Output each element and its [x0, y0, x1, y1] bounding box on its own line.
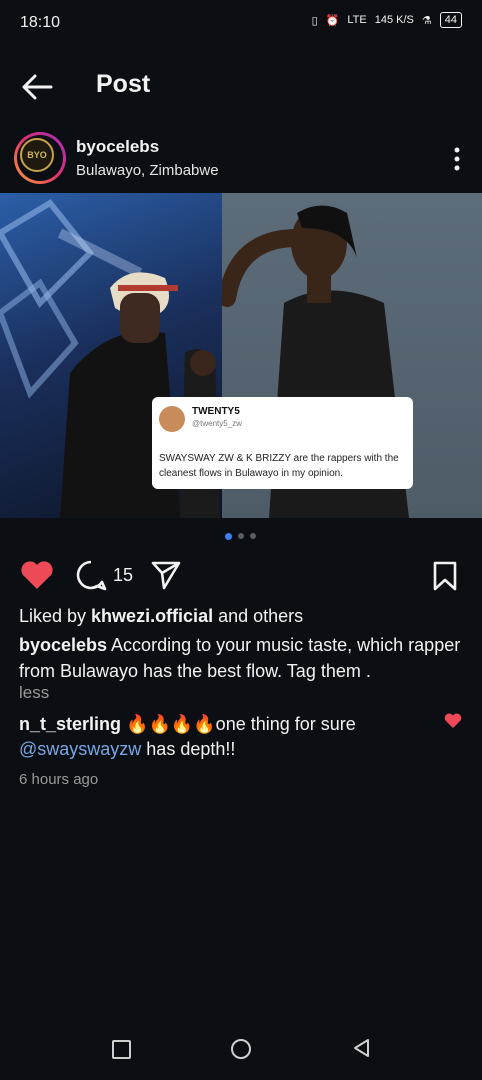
tweet-name: TWENTY5	[192, 406, 240, 417]
alarm-icon: ⏰	[325, 14, 340, 27]
nav-back-icon[interactable]	[352, 1038, 370, 1058]
likes-prefix: Liked by	[19, 606, 92, 626]
post-location[interactable]: Bulawayo, Zimbabwe	[76, 162, 219, 179]
comment-count[interactable]: 15	[113, 565, 133, 586]
comment-icon[interactable]	[75, 559, 107, 591]
post-image[interactable]: TWENTY5 @twenty5_zw SWAYSWAY ZW & K BRIZ…	[0, 193, 482, 518]
caption-username[interactable]: byocelebs	[19, 635, 107, 655]
avatar-logo: BYO	[20, 138, 54, 172]
post-timestamp: 6 hours ago	[19, 771, 99, 788]
system-nav-bar	[0, 1020, 482, 1080]
tweet-handle: @twenty5_zw	[192, 419, 242, 428]
heart-icon[interactable]	[20, 560, 54, 590]
recent-apps-icon[interactable]	[112, 1040, 131, 1059]
comment-username[interactable]: n_t_sterling	[19, 714, 121, 734]
likes-suffix: and others	[213, 606, 304, 626]
vibrate-icon: ▯	[311, 14, 318, 27]
lte-label: LTE	[347, 14, 367, 26]
comment-text: 🔥🔥🔥🔥one thing for sure	[121, 714, 356, 734]
carousel-dot	[250, 533, 256, 539]
comment-item: n_t_sterling 🔥🔥🔥🔥one thing for sure @swa…	[19, 712, 439, 762]
flask-icon: ⚗	[421, 14, 432, 27]
tweet-card: TWENTY5 @twenty5_zw SWAYSWAY ZW & K BRIZ…	[152, 397, 413, 489]
likes-text[interactable]: Liked by khwezi.official and others	[19, 606, 303, 627]
more-vertical-icon[interactable]	[454, 147, 460, 171]
page-title: Post	[96, 70, 151, 98]
network-speed: 145 K/S	[374, 14, 414, 26]
comment-mention[interactable]: @swayswayzw	[19, 739, 141, 759]
less-button[interactable]: less	[19, 683, 49, 703]
tweet-avatar	[159, 406, 185, 432]
caption: byocelebs According to your music taste,…	[19, 632, 469, 684]
comment-like-heart-icon[interactable]	[444, 713, 462, 729]
status-icons: ▯ ⏰ LTE 145 K/S ⚗ 44	[312, 12, 462, 28]
battery-indicator: 44	[439, 12, 462, 28]
carousel-indicator	[225, 533, 256, 540]
carousel-dot-active	[225, 533, 232, 540]
comment-text-end: has depth!!	[141, 739, 236, 759]
tweet-text: SWAYSWAY ZW & K BRIZZY are the rappers w…	[159, 453, 399, 479]
back-arrow-icon[interactable]	[20, 70, 54, 104]
bookmark-icon[interactable]	[432, 561, 458, 591]
share-icon[interactable]	[150, 560, 182, 590]
likes-user[interactable]: khwezi.official	[91, 606, 213, 626]
avatar[interactable]: BYO	[14, 132, 66, 184]
carousel-dot	[238, 533, 244, 539]
status-time: 18:10	[20, 14, 61, 31]
home-icon[interactable]	[231, 1039, 251, 1059]
post-username[interactable]: byocelebs	[76, 137, 159, 157]
